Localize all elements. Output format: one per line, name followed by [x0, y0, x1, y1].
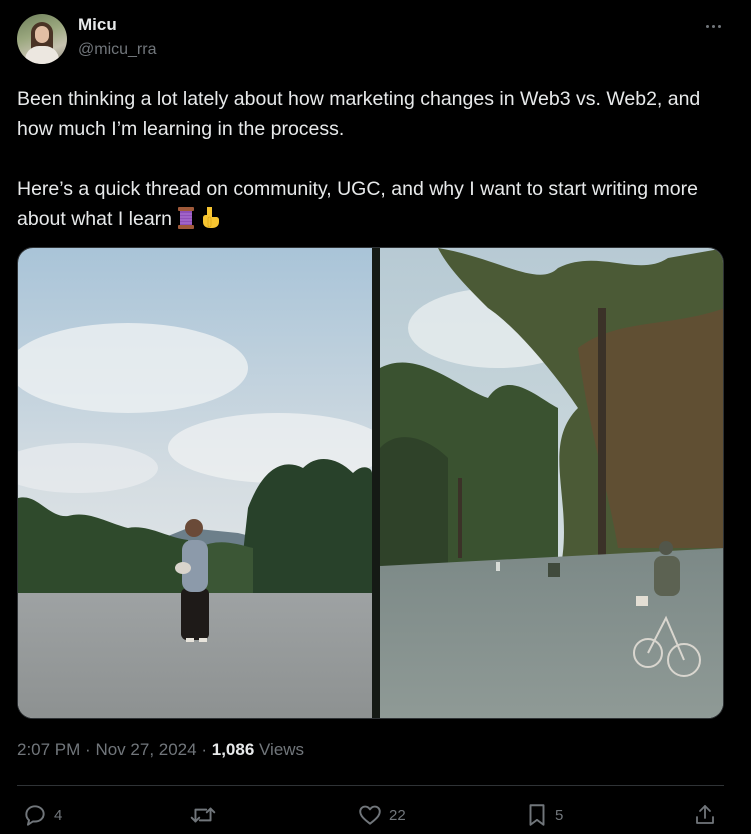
- pointing-down-icon: [200, 205, 220, 238]
- avatar[interactable]: [17, 14, 67, 64]
- tweet-text: Been thinking a lot lately about how mar…: [17, 84, 732, 238]
- repost-icon: [189, 802, 217, 828]
- tweet-paragraph-2-text: Here’s a quick thread on community, UGC,…: [17, 178, 698, 230]
- tweet-media[interactable]: [17, 247, 724, 719]
- reply-count: 4: [54, 806, 63, 824]
- tweet-metadata: 2:07 PM · Nov 27, 2024 · 1,086 Views: [17, 740, 304, 760]
- tweet-card: Micu @micu_rra Been thinking a lot latel…: [0, 0, 751, 834]
- tweet-paragraph-1: Been thinking a lot lately about how mar…: [17, 88, 701, 140]
- photo-left: [18, 248, 388, 718]
- meta-separator-2: ·: [201, 740, 207, 759]
- views-count: 1,086: [211, 740, 255, 759]
- tweet-date[interactable]: Nov 27, 2024: [95, 740, 196, 759]
- views-label: Views: [259, 740, 305, 759]
- reply-icon: [22, 802, 48, 828]
- meta-separator-1: ·: [85, 740, 91, 759]
- tweet-time[interactable]: 2:07 PM: [17, 740, 80, 759]
- reply-button[interactable]: 4: [22, 801, 62, 829]
- author-handle[interactable]: @micu_rra: [78, 41, 156, 59]
- bookmark-icon: [525, 802, 549, 828]
- thread-spool-icon: [176, 207, 196, 238]
- like-button[interactable]: 22: [357, 801, 406, 829]
- like-count: 22: [389, 806, 406, 824]
- share-icon: [693, 802, 717, 828]
- share-button[interactable]: [693, 801, 717, 829]
- bookmark-button[interactable]: 5: [525, 801, 563, 829]
- photo-right: [380, 248, 723, 718]
- author-display-name[interactable]: Micu: [78, 15, 117, 35]
- heart-icon: [357, 802, 383, 828]
- bookmark-count: 5: [555, 806, 564, 824]
- tweet-paragraph-2: Here’s a quick thread on community, UGC,…: [17, 174, 732, 238]
- repost-button[interactable]: [189, 801, 223, 829]
- divider: [17, 785, 724, 786]
- more-options-icon[interactable]: [700, 16, 726, 36]
